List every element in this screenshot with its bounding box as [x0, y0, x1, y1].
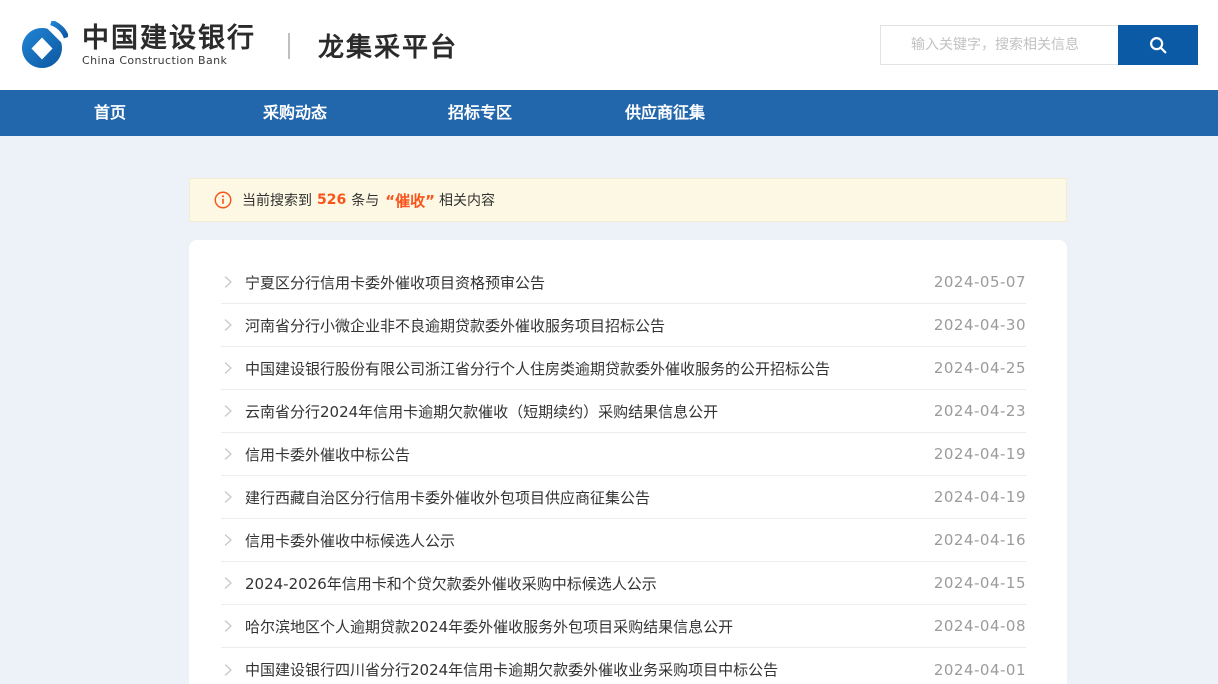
chevron-right-icon — [221, 318, 235, 332]
notice-count: 526 — [317, 192, 346, 208]
logo-name-cn: 中国建设银行 — [82, 25, 256, 52]
chevron-right-icon — [221, 361, 235, 375]
notice-keyword: “催收” — [385, 190, 435, 211]
result-date: 2024-05-07 — [934, 273, 1026, 291]
list-item[interactable]: 宁夏区分行信用卡委外催收项目资格预审公告 2024-05-07 — [221, 261, 1026, 304]
result-date: 2024-04-16 — [934, 531, 1026, 549]
chevron-right-icon — [221, 275, 235, 289]
main-nav: 首页 采购动态 招标专区 供应商征集 — [0, 90, 1218, 136]
info-circle-icon — [214, 191, 232, 209]
logo[interactable]: 中国建设银行 China Construction Bank ｜ 龙集采平台 — [20, 21, 458, 69]
logo-divider: ｜ — [276, 27, 302, 64]
list-item[interactable]: 信用卡委外催收中标候选人公示 2024-04-16 — [221, 519, 1026, 562]
result-title-link[interactable]: 哈尔滨地区个人逾期贷款2024年委外催收服务外包项目采购结果信息公开 — [245, 616, 733, 637]
result-title-link[interactable]: 信用卡委外催收中标候选人公示 — [245, 530, 455, 551]
list-item[interactable]: 建行西藏自治区分行信用卡委外催收外包项目供应商征集公告 2024-04-19 — [221, 476, 1026, 519]
result-date: 2024-04-19 — [934, 488, 1026, 506]
result-title-link[interactable]: 河南省分行小微企业非不良逾期贷款委外催收服务项目招标公告 — [245, 315, 665, 336]
result-title-link[interactable]: 中国建设银行四川省分行2024年信用卡逾期欠款委外催收业务采购项目中标公告 — [245, 659, 778, 680]
result-title-link[interactable]: 宁夏区分行信用卡委外催收项目资格预审公告 — [245, 272, 545, 293]
result-title-link[interactable]: 中国建设银行股份有限公司浙江省分行个人住房类逾期贷款委外催收服务的公开招标公告 — [245, 358, 830, 379]
notice-suffix: 相关内容 — [439, 190, 495, 210]
logo-platform-name: 龙集采平台 — [318, 27, 458, 64]
list-item[interactable]: 河南省分行小微企业非不良逾期贷款委外催收服务项目招标公告 2024-04-30 — [221, 304, 1026, 347]
search-button[interactable] — [1118, 25, 1198, 65]
list-item[interactable]: 中国建设银行股份有限公司浙江省分行个人住房类逾期贷款委外催收服务的公开招标公告 2… — [221, 347, 1026, 390]
search-icon — [1147, 34, 1169, 56]
result-date: 2024-04-19 — [934, 445, 1026, 463]
nav-item-home[interactable]: 首页 — [45, 90, 175, 136]
nav-item-supplier-recruit[interactable]: 供应商征集 — [600, 90, 730, 136]
result-date: 2024-04-25 — [934, 359, 1026, 377]
results-list: 宁夏区分行信用卡委外催收项目资格预审公告 2024-05-07 河南省分行小微企业非… — [221, 261, 1026, 684]
chevron-right-icon — [221, 404, 235, 418]
logo-name-en: China Construction Bank — [82, 55, 256, 66]
results-card: 宁夏区分行信用卡委外催收项目资格预审公告 2024-05-07 河南省分行小微企业非… — [189, 240, 1067, 684]
ccb-logo-icon — [20, 21, 68, 69]
result-title-link[interactable]: 信用卡委外催收中标公告 — [245, 444, 410, 465]
chevron-right-icon — [221, 490, 235, 504]
result-title-link[interactable]: 建行西藏自治区分行信用卡委外催收外包项目供应商征集公告 — [245, 487, 650, 508]
list-item[interactable]: 信用卡委外催收中标公告 2024-04-19 — [221, 433, 1026, 476]
chevron-right-icon — [221, 576, 235, 590]
list-item[interactable]: 2024-2026年信用卡和个贷欠款委外催收采购中标候选人公示 2024-04-1… — [221, 562, 1026, 605]
chevron-right-icon — [221, 663, 235, 677]
list-item[interactable]: 中国建设银行四川省分行2024年信用卡逾期欠款委外催收业务采购项目中标公告 202… — [221, 648, 1026, 684]
chevron-right-icon — [221, 447, 235, 461]
search-box — [880, 25, 1198, 65]
result-date: 2024-04-08 — [934, 617, 1026, 635]
list-item[interactable]: 云南省分行2024年信用卡逾期欠款催收（短期续约）采购结果信息公开 2024-04… — [221, 390, 1026, 433]
result-date: 2024-04-01 — [934, 661, 1026, 679]
search-result-notice: 当前搜索到 526 条与 “催收” 相关内容 — [189, 178, 1067, 222]
nav-item-purchase-news[interactable]: 采购动态 — [230, 90, 360, 136]
notice-middle: 条与 — [351, 190, 379, 210]
site-header: 中国建设银行 China Construction Bank ｜ 龙集采平台 — [0, 0, 1218, 90]
result-title-link[interactable]: 云南省分行2024年信用卡逾期欠款催收（短期续约）采购结果信息公开 — [245, 401, 718, 422]
main-content: 当前搜索到 526 条与 “催收” 相关内容 宁夏区分行信用卡委外催收项目资格预… — [189, 178, 1067, 684]
chevron-right-icon — [221, 619, 235, 633]
logo-text: 中国建设银行 China Construction Bank — [82, 25, 256, 66]
notice-prefix: 当前搜索到 — [242, 190, 312, 210]
list-item[interactable]: 哈尔滨地区个人逾期贷款2024年委外催收服务外包项目采购结果信息公开 2024-0… — [221, 605, 1026, 648]
chevron-right-icon — [221, 533, 235, 547]
result-date: 2024-04-30 — [934, 316, 1026, 334]
result-date: 2024-04-23 — [934, 402, 1026, 420]
search-input[interactable] — [880, 25, 1118, 65]
result-date: 2024-04-15 — [934, 574, 1026, 592]
nav-item-bidding-zone[interactable]: 招标专区 — [415, 90, 545, 136]
result-title-link[interactable]: 2024-2026年信用卡和个贷欠款委外催收采购中标候选人公示 — [245, 573, 657, 594]
